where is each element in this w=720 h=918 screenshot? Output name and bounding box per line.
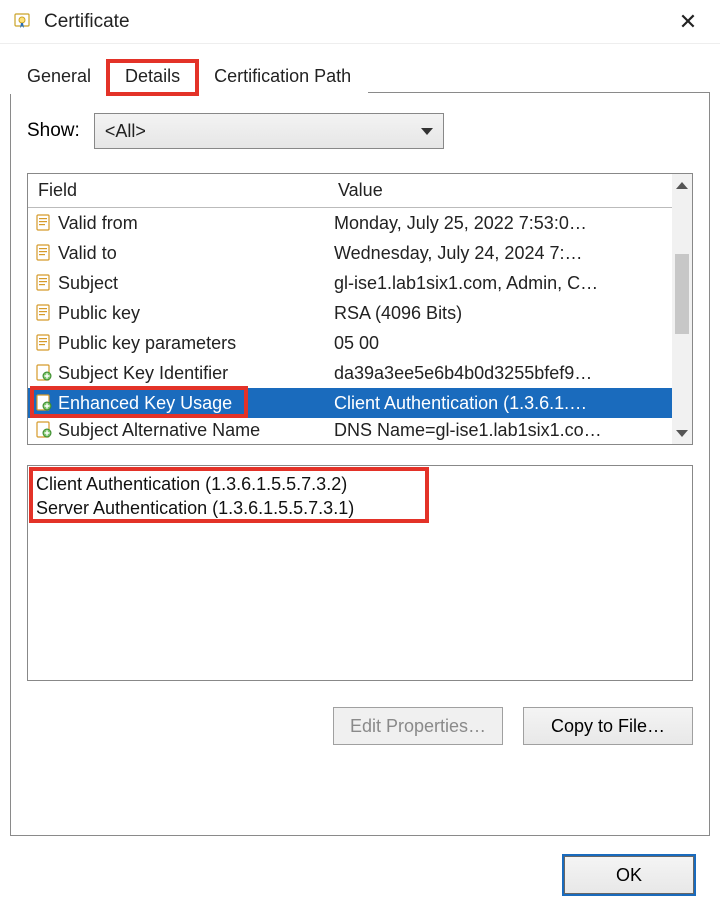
table-row[interactable]: Valid fromMonday, July 25, 2022 7:53:0… — [28, 208, 692, 238]
extension-icon — [34, 420, 54, 440]
cell-field: Subject — [28, 273, 328, 294]
page-icon — [34, 243, 54, 263]
table-row[interactable]: Subjectgl-ise1.lab1six1.com, Admin, C… — [28, 268, 692, 298]
table-row[interactable]: Subject Key Identifierda39a3ee5e6b4b0d32… — [28, 358, 692, 388]
button-row: Edit Properties… Copy to File… — [27, 707, 693, 745]
certificate-icon — [12, 11, 34, 33]
show-value: <All> — [105, 121, 421, 142]
cell-field: Subject Key Identifier — [28, 363, 328, 384]
cell-field: Public key — [28, 303, 328, 324]
footer: OK — [0, 836, 720, 918]
close-icon[interactable]: ✕ — [668, 2, 708, 42]
page-icon — [34, 213, 54, 233]
table-row[interactable]: Public key parameters05 00 — [28, 328, 692, 358]
certificate-window: Certificate ✕ General Details Certificat… — [0, 0, 720, 918]
show-combobox[interactable]: <All> — [94, 113, 444, 149]
tab-details[interactable]: Details — [108, 61, 197, 94]
ok-button[interactable]: OK — [564, 856, 694, 894]
detail-textarea[interactable]: Client Authentication (1.3.6.1.5.5.7.3.2… — [27, 465, 693, 681]
cell-value: DNS Name=gl-ise1.lab1six1.co… — [328, 420, 692, 441]
scroll-thumb[interactable] — [675, 254, 689, 334]
cell-field: Enhanced Key Usage — [28, 393, 328, 414]
cell-value: Client Authentication (1.3.6.1.… — [328, 393, 692, 414]
edit-properties-button: Edit Properties… — [333, 707, 503, 745]
cell-value: RSA (4096 Bits) — [328, 303, 692, 324]
detail-line: Server Authentication (1.3.6.1.5.5.7.3.1… — [36, 496, 684, 520]
tab-general[interactable]: General — [10, 61, 108, 94]
column-value[interactable]: Value — [328, 174, 692, 207]
show-label: Show: — [27, 120, 80, 142]
table-row[interactable]: Subject Alternative NameDNS Name=gl-ise1… — [28, 418, 692, 442]
page-icon — [34, 333, 54, 353]
page-icon — [34, 273, 54, 293]
cell-field: Valid to — [28, 243, 328, 264]
extension-icon — [34, 363, 54, 383]
cell-value: Wednesday, July 24, 2024 7:… — [328, 243, 692, 264]
column-field[interactable]: Field — [28, 174, 328, 207]
scroll-down-icon[interactable] — [672, 422, 692, 444]
listview-rows: Valid fromMonday, July 25, 2022 7:53:0…V… — [28, 208, 692, 444]
show-row: Show: <All> — [27, 113, 693, 149]
tabs: General Details Certification Path — [10, 60, 710, 93]
extension-icon — [34, 393, 54, 413]
listview-scrollbar[interactable] — [672, 174, 692, 444]
detail-line: Client Authentication (1.3.6.1.5.5.7.3.2… — [36, 472, 684, 496]
cell-value: da39a3ee5e6b4b0d3255bfef9… — [328, 363, 692, 384]
titlebar: Certificate ✕ — [0, 0, 720, 44]
body: General Details Certification Path Show:… — [0, 44, 720, 836]
fields-listview[interactable]: Field Value Valid fromMonday, July 25, 2… — [27, 173, 693, 445]
page-icon — [34, 303, 54, 323]
copy-to-file-button[interactable]: Copy to File… — [523, 707, 693, 745]
cell-field: Valid from — [28, 213, 328, 234]
cell-value: 05 00 — [328, 333, 692, 354]
tab-panel: Show: <All> Field Value Valid fromMonday… — [10, 92, 710, 836]
cell-field: Public key parameters — [28, 333, 328, 354]
listview-header: Field Value — [28, 174, 692, 208]
cell-value: gl-ise1.lab1six1.com, Admin, C… — [328, 273, 692, 294]
tab-certification-path[interactable]: Certification Path — [197, 61, 368, 94]
cell-value: Monday, July 25, 2022 7:53:0… — [328, 213, 692, 234]
chevron-down-icon — [421, 128, 433, 135]
table-row[interactable]: Enhanced Key UsageClient Authentication … — [28, 388, 692, 418]
window-title: Certificate — [44, 11, 668, 33]
table-row[interactable]: Valid toWednesday, July 24, 2024 7:… — [28, 238, 692, 268]
table-row[interactable]: Public keyRSA (4096 Bits) — [28, 298, 692, 328]
cell-field: Subject Alternative Name — [28, 420, 328, 441]
scroll-up-icon[interactable] — [672, 174, 692, 196]
